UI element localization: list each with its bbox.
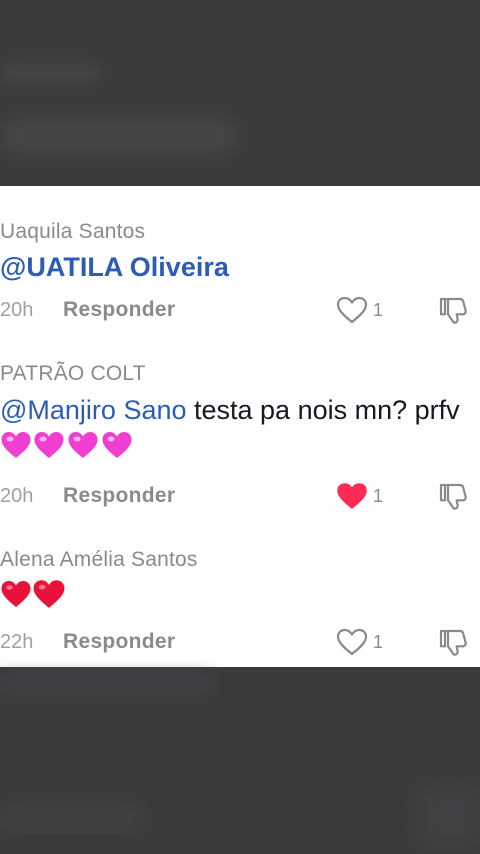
- comment-body: @UATILA Oliveira: [0, 248, 470, 286]
- mention-link[interactable]: @Manjiro Sano: [0, 395, 187, 425]
- reply-button[interactable]: Responder: [63, 295, 175, 325]
- comment-body: [0, 578, 470, 620]
- like-count: 1: [373, 632, 384, 652]
- heart-outline-icon[interactable]: [336, 296, 368, 324]
- blurred-shape: [420, 787, 480, 847]
- comment-body: @Manjiro Sano testa pa nois mn? prfv: [0, 391, 470, 470]
- thumbs-down-icon[interactable]: [438, 627, 468, 657]
- heart-filled-icon[interactable]: [336, 482, 368, 510]
- blurred-shape: [0, 62, 100, 84]
- like-count: 1: [373, 486, 384, 506]
- pink-sparkling-heart-icon: [32, 430, 66, 470]
- comment-time: 22h: [0, 631, 34, 653]
- pink-sparkling-heart-icon: [0, 430, 32, 470]
- reply-button[interactable]: Responder: [63, 627, 175, 657]
- red-heart-icon: [32, 578, 66, 620]
- comment-time: 20h: [0, 485, 34, 507]
- thumbs-down-icon[interactable]: [438, 481, 468, 511]
- comment-meta: 20h Responder 1: [0, 481, 480, 511]
- red-heart-icon: [0, 578, 32, 620]
- comment-text: testa pa nois mn? prfv: [186, 395, 460, 425]
- pink-sparkling-heart-icon: [100, 430, 134, 470]
- pink-sparkling-heart-icon: [66, 430, 100, 470]
- comments-panel: Uaquila Santos @UATILA Oliveira 20h Resp…: [0, 186, 480, 667]
- comment-time: 20h: [0, 299, 34, 321]
- heart-outline-icon[interactable]: [336, 628, 368, 656]
- mention-link[interactable]: @UATILA Oliveira: [0, 252, 229, 282]
- comment-author[interactable]: Alena Amélia Santos: [0, 548, 198, 572]
- blurred-shape: [0, 675, 210, 693]
- thumbs-down-icon[interactable]: [438, 295, 468, 325]
- comment-meta: 20h Responder 1: [0, 295, 480, 325]
- blurred-background-bottom: [0, 667, 480, 854]
- blurred-background-top: [0, 0, 480, 186]
- like-count: 1: [373, 300, 384, 320]
- reply-button[interactable]: Responder: [63, 481, 175, 511]
- blurred-shape: [0, 118, 235, 154]
- comment-meta: 22h Responder 1: [0, 627, 480, 657]
- video-background: Uaquila Santos @UATILA Oliveira 20h Resp…: [0, 0, 480, 854]
- blurred-shape: [0, 805, 140, 831]
- comment-author[interactable]: Uaquila Santos: [0, 220, 145, 244]
- comment-author[interactable]: PATRÃO COLT: [0, 362, 146, 386]
